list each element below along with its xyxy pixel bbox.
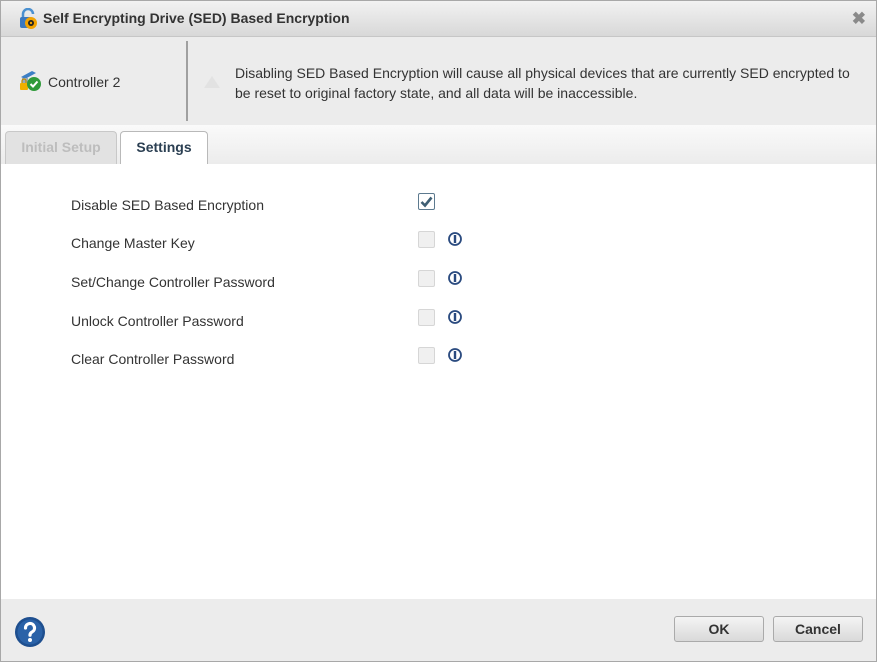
info-icon[interactable] [448, 271, 462, 285]
setting-label: Set/Change Controller Password [71, 274, 275, 290]
controller-secured-icon [20, 71, 41, 91]
close-icon[interactable]: ✖ [852, 10, 866, 27]
unlock-password-checkbox[interactable] [418, 309, 435, 326]
controller-header: Controller 2 Disabling SED Based Encrypt… [1, 37, 876, 125]
info-icon[interactable] [448, 348, 462, 362]
dialog-footer: OK Cancel [1, 599, 876, 661]
setting-row-change-master-key: Change Master Key [1, 231, 876, 255]
clear-password-checkbox[interactable] [418, 347, 435, 364]
dialog-title: Self Encrypting Drive (SED) Based Encryp… [43, 10, 350, 26]
warning-icon [204, 76, 220, 88]
checkmark-icon [420, 196, 433, 208]
setting-row-unlock-password: Unlock Controller Password [1, 309, 876, 333]
setting-row-disable-sed: Disable SED Based Encryption [1, 193, 876, 217]
tab-bar: Initial Setup Settings [1, 125, 876, 165]
warning-text: Disabling SED Based Encryption will caus… [235, 65, 850, 101]
help-icon[interactable] [14, 616, 46, 648]
set-change-password-checkbox[interactable] [418, 270, 435, 287]
disable-sed-checkbox[interactable] [418, 193, 435, 210]
info-icon[interactable] [448, 232, 462, 246]
tab-initial-setup[interactable]: Initial Setup [5, 131, 117, 164]
lock-gear-icon [20, 8, 37, 29]
ok-button[interactable]: OK [674, 616, 764, 642]
setting-row-clear-password: Clear Controller Password [1, 347, 876, 371]
setting-label: Disable SED Based Encryption [71, 197, 264, 213]
controller-name: Controller 2 [48, 74, 121, 90]
title-bar: Self Encrypting Drive (SED) Based Encryp… [1, 1, 876, 37]
tab-settings[interactable]: Settings [120, 131, 208, 165]
change-master-key-checkbox[interactable] [418, 231, 435, 248]
setting-label: Clear Controller Password [71, 351, 235, 367]
sed-dialog: Self Encrypting Drive (SED) Based Encryp… [0, 0, 877, 662]
setting-label: Change Master Key [71, 235, 195, 251]
cancel-button[interactable]: Cancel [773, 616, 863, 642]
info-icon[interactable] [448, 310, 462, 324]
setting-row-set-change-password: Set/Change Controller Password [1, 270, 876, 294]
header-divider [186, 41, 188, 121]
setting-label: Unlock Controller Password [71, 313, 244, 329]
settings-panel: Disable SED Based Encryption Change Mast… [1, 164, 876, 599]
